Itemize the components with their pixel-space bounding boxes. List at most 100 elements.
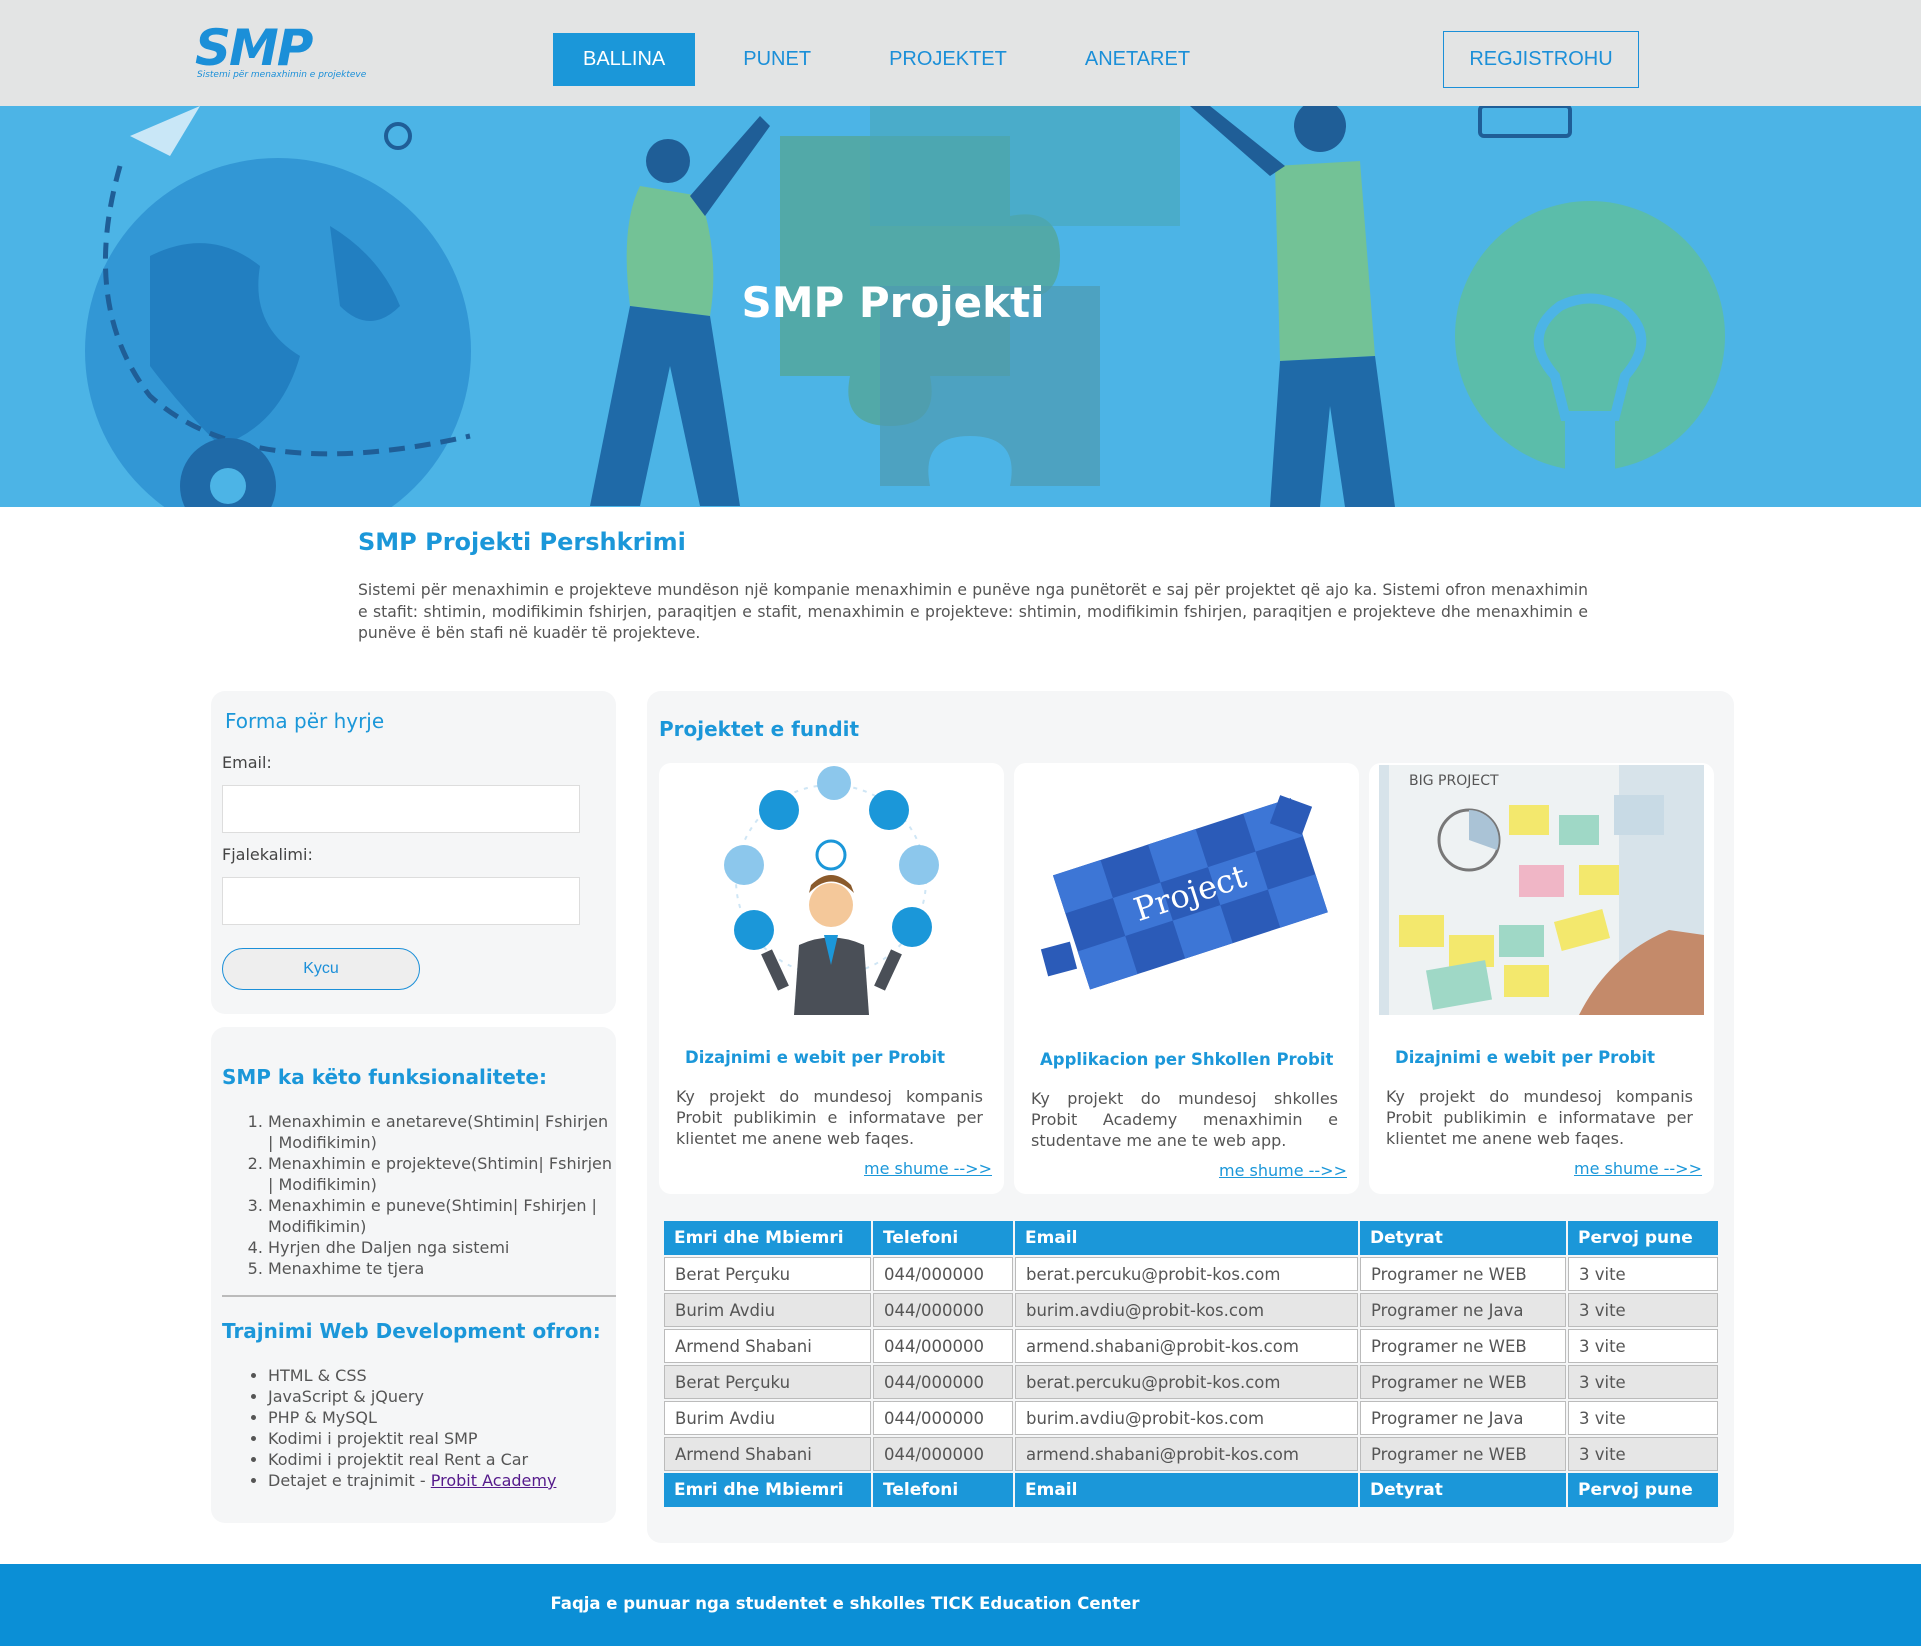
nav-item-projektet[interactable]: PROJEKTET [859,33,1037,86]
list-item: Menaxhime te tjera [268,1258,616,1279]
table-cell: 3 vite [1568,1437,1718,1471]
training-details-prefix: Detajet e trajnimit - [268,1471,431,1490]
puzzle-project-image: Project [1024,765,1349,1015]
features-list: Menaxhimin e anetareve(Shtimin| Fshirjen… [268,1111,616,1279]
list-item: HTML & CSS [268,1365,616,1386]
email-label: Email: [222,753,272,772]
table-cell: 3 vite [1568,1365,1718,1399]
hero-title: SMP Projekti [741,278,1045,327]
table-cell: 3 vite [1568,1329,1718,1363]
card-title: Applikacion per Shkollen Probit [1040,1050,1334,1069]
table-cell: berat.percuku@probit-kos.com [1015,1365,1358,1399]
site-header: SMP Sistemi për menaxhimin e projekteve … [0,0,1921,106]
list-item: Menaxhimin e puneve(Shtimin| Fshirjen | … [268,1195,616,1237]
list-item: Kodimi i projektit real Rent a Car [268,1449,616,1470]
card-text: Ky projekt do mundesoj kompanis Probit p… [676,1087,983,1148]
recent-projects-title: Projektet e fundit [659,717,860,741]
card-more-link[interactable]: me shume -->> [864,1159,992,1178]
table-cell: Programer ne WEB [1360,1257,1566,1291]
logo-text: SMP [195,19,313,77]
list-item: Kodimi i projektit real SMP [268,1428,616,1449]
column-footer: Detyrat [1360,1473,1566,1507]
table-cell: 3 vite [1568,1401,1718,1435]
card-text: Ky projekt do mundesoj shkolles Probit A… [1031,1089,1338,1150]
table-cell: Armend Shabani [664,1437,871,1471]
table-cell: 044/000000 [873,1365,1013,1399]
table-row: Berat Perçuku 044/000000 berat.percuku@p… [664,1365,1718,1399]
smp-logo[interactable]: SMP Sistemi për menaxhimin e projekteve [195,20,366,84]
nav-item-anetaret[interactable]: ANETARET [1055,33,1220,86]
features-title: SMP ka këto funksionalitete: [222,1065,547,1089]
card-more-link[interactable]: me shume -->> [1574,1159,1702,1178]
project-manager-illustration [669,765,994,1015]
probit-academy-link[interactable]: Probit Academy [431,1471,557,1490]
card-title: Dizajnimi e webit per Probit [685,1048,946,1067]
info-panel: SMP ka këto funksionalitete: Menaxhimin … [211,1027,616,1523]
password-field[interactable] [222,877,580,925]
column-footer: Emri dhe Mbiemri [664,1473,871,1507]
training-title: Trajnimi Web Development ofron: [222,1319,601,1343]
password-label: Fjalekalimi: [222,845,313,864]
table-cell: Armend Shabani [664,1329,871,1363]
table-cell: 044/000000 [873,1329,1013,1363]
main-nav: BALLINA PUNET PROJEKTET ANETARET [553,33,1238,86]
table-cell: 3 vite [1568,1257,1718,1291]
table-row: Armend Shabani 044/000000 armend.shabani… [664,1437,1718,1471]
column-header: Email [1015,1221,1358,1255]
card-more-link[interactable]: me shume -->> [1219,1161,1347,1180]
description-text: Sistemi për menaxhimin e projekteve mund… [358,581,1588,642]
column-header: Detyrat [1360,1221,1566,1255]
card-text: Ky projekt do mundesoj kompanis Probit p… [1386,1087,1693,1148]
card-title: Dizajnimi e webit per Probit [1395,1048,1656,1067]
register-button[interactable]: REGJISTROHU [1443,31,1639,88]
table-cell: berat.percuku@probit-kos.com [1015,1257,1358,1291]
divider [222,1295,616,1297]
table-cell: Programer ne WEB [1360,1329,1566,1363]
login-button[interactable]: Kycu [222,948,420,990]
project-card[interactable]: BIG PROJECT Dizajnimi e webit per Probit… [1369,763,1714,1194]
table-cell: Berat Perçuku [664,1257,871,1291]
training-list: HTML & CSS JavaScript & jQuery PHP & MyS… [268,1365,616,1491]
table-cell: burim.avdiu@probit-kos.com [1015,1293,1358,1327]
table-cell: Programer ne WEB [1360,1437,1566,1471]
column-footer: Pervoj pune [1568,1473,1718,1507]
table-cell: 044/000000 [873,1401,1013,1435]
column-header: Telefoni [873,1221,1013,1255]
nav-item-ballina[interactable]: BALLINA [553,33,696,86]
site-footer: Faqja e punuar nga studentet e shkolles … [0,1564,1921,1646]
column-header: Pervoj pune [1568,1221,1718,1255]
table-header-row: Emri dhe Mbiemri Telefoni Email Detyrat … [664,1221,1718,1255]
list-item: PHP & MySQL [268,1407,616,1428]
email-field[interactable] [222,785,580,833]
column-header: Emri dhe Mbiemri [664,1221,871,1255]
table-cell: 044/000000 [873,1257,1013,1291]
table-row: Armend Shabani 044/000000 armend.shabani… [664,1329,1718,1363]
table-cell: armend.shabani@probit-kos.com [1015,1329,1358,1363]
table-cell: Programer ne Java [1360,1401,1566,1435]
table-cell: armend.shabani@probit-kos.com [1015,1437,1358,1471]
description-title: SMP Projekti Pershkrimi [358,528,686,556]
hero-banner: SMP Projekti [0,106,1921,507]
logo-subtitle: Sistemi për menaxhimin e projekteve [197,70,367,80]
table-row: Burim Avdiu 044/000000 burim.avdiu@probi… [664,1293,1718,1327]
list-item: Menaxhimin e projekteve(Shtimin| Fshirje… [268,1153,616,1195]
login-title: Forma për hyrje [225,709,385,733]
project-card[interactable]: Project Applikacion per Shkollen Probit … [1014,763,1359,1194]
board-text: BIG PROJECT [1409,773,1499,789]
table-cell: Berat Perçuku [664,1365,871,1399]
project-card[interactable]: Dizajnimi e webit per Probit Ky projekt … [659,763,1004,1194]
list-item: Menaxhimin e anetareve(Shtimin| Fshirjen… [268,1111,616,1153]
big-project-board-image: BIG PROJECT [1379,765,1704,1015]
list-item: Hyrjen dhe Daljen nga sistemi [268,1237,616,1258]
nav-item-punet[interactable]: PUNET [713,33,841,86]
table-row: Berat Perçuku 044/000000 berat.percuku@p… [664,1257,1718,1291]
table-cell: Burim Avdiu [664,1401,871,1435]
column-footer: Email [1015,1473,1358,1507]
list-item: JavaScript & jQuery [268,1386,616,1407]
footer-text: Faqja e punuar nga studentet e shkolles … [550,1594,1140,1613]
table-cell: Burim Avdiu [664,1293,871,1327]
table-cell: Programer ne Java [1360,1293,1566,1327]
column-footer: Telefoni [873,1473,1013,1507]
table-cell: Programer ne WEB [1360,1365,1566,1399]
table-row: Burim Avdiu 044/000000 burim.avdiu@probi… [664,1401,1718,1435]
